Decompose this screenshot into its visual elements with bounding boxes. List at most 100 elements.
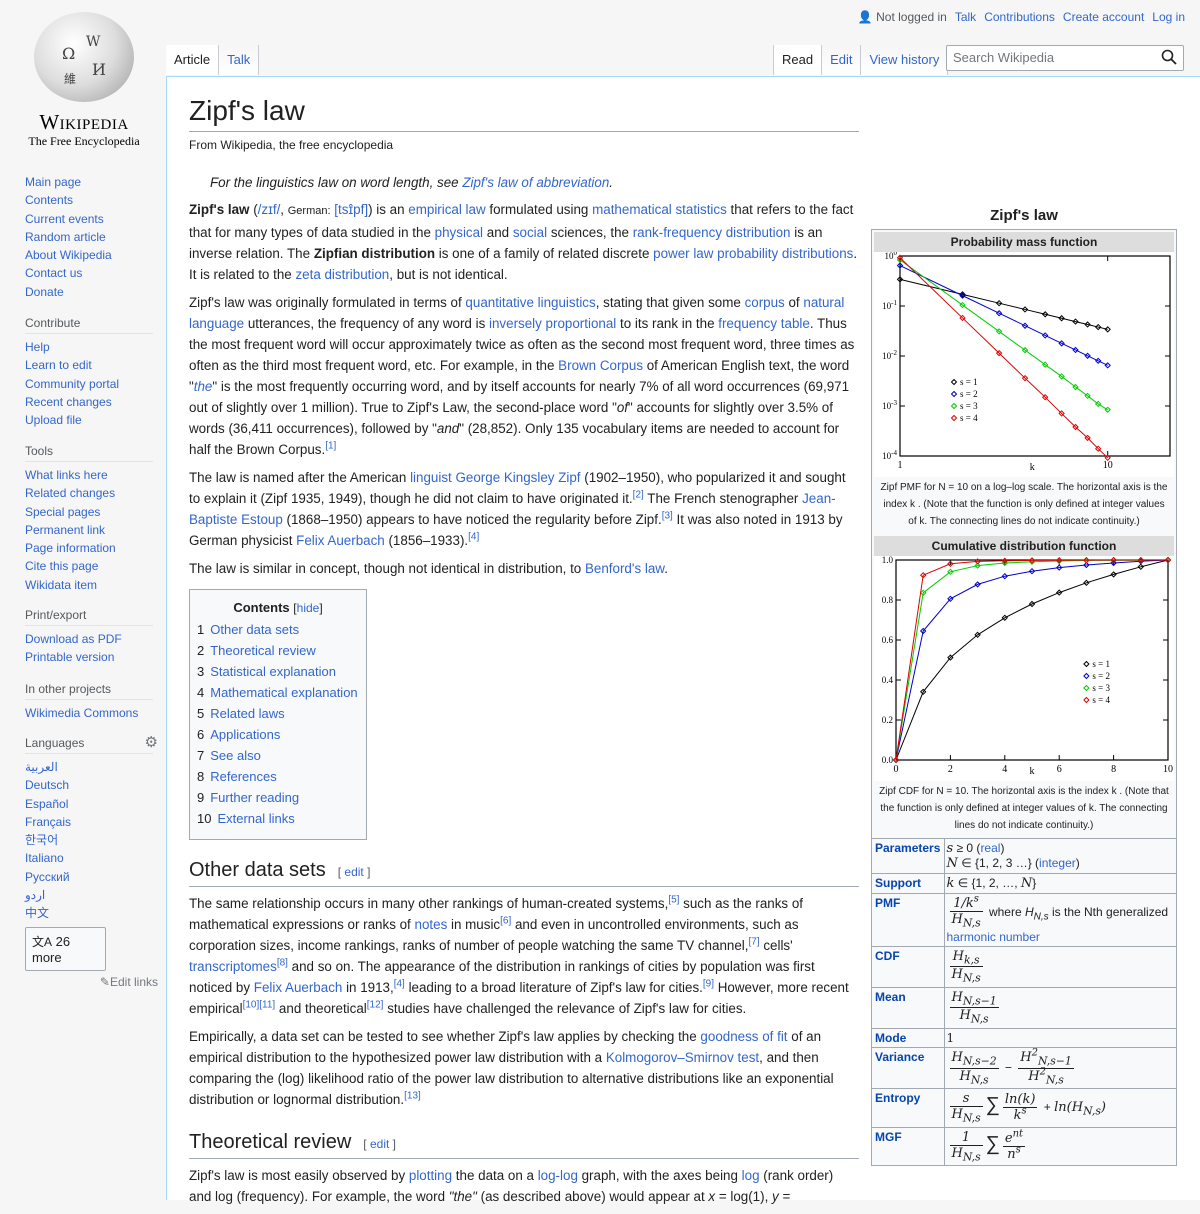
edit-links[interactable]: ✎Edit links	[25, 975, 158, 989]
link[interactable]: frequency table	[718, 316, 810, 331]
sidebar-nav-item[interactable]: Contents	[25, 191, 153, 209]
ipa-link[interactable]: /zɪf/	[258, 202, 281, 217]
tab-edit[interactable]: Edit	[822, 45, 862, 75]
link[interactable]: social	[513, 225, 547, 240]
link[interactable]: George Kingsley Zipf	[455, 470, 580, 485]
link[interactable]: plotting	[409, 1168, 452, 1183]
sidebar-print-item[interactable]: Download as PDF	[25, 630, 153, 648]
cdf-chart-container[interactable]: 0 2 4 6 8 10 0.0 0.2 0.4 0.6 0.8 1.0 k s = 1 s = 2 s = …	[874, 555, 1174, 781]
citation[interactable]: [7]	[748, 937, 759, 948]
edit-section-link[interactable]: edit	[344, 865, 363, 879]
toc-link[interactable]: References	[210, 769, 276, 784]
sidebar-tools-item[interactable]: Wikidata item	[25, 576, 153, 594]
ipa-german-link[interactable]: [tsɪ̂pf]	[334, 202, 368, 217]
citation[interactable]: [12]	[367, 1000, 384, 1011]
sidebar-projects-item[interactable]: Wikimedia Commons	[25, 704, 153, 722]
citation[interactable]: [10]	[243, 1000, 260, 1011]
link[interactable]: zeta distribution	[295, 267, 389, 282]
sidebar-nav-item[interactable]: About Wikipedia	[25, 246, 153, 264]
toc-item[interactable]: 2 Theoretical review	[197, 640, 359, 661]
log-in-link[interactable]: Log in	[1152, 10, 1185, 24]
sidebar-contribute-item[interactable]: Community portal	[25, 375, 153, 393]
toc-item[interactable]: 8 References	[197, 766, 359, 787]
sidebar-language-item[interactable]: Русский	[25, 868, 153, 886]
sidebar-language-item[interactable]: Français	[25, 813, 153, 831]
toc-hide-link[interactable]: hide	[297, 601, 320, 615]
link[interactable]: mathematical statistics	[592, 202, 727, 217]
link[interactable]: Jean-Baptiste Estoup	[189, 491, 836, 527]
link[interactable]: physical	[435, 225, 483, 240]
sidebar-language-item[interactable]: العربية	[25, 758, 153, 776]
sidebar-contribute-item[interactable]: Help	[25, 338, 153, 356]
toc-link[interactable]: External links	[217, 811, 294, 826]
link[interactable]: Felix Auerbach	[296, 533, 385, 548]
citation[interactable]: [11]	[259, 1000, 275, 1011]
citation[interactable]: [6]	[500, 916, 511, 927]
link[interactable]: transcriptomes	[189, 959, 277, 974]
tab-read[interactable]: Read	[773, 45, 823, 75]
sidebar-language-item[interactable]: 中文	[25, 904, 153, 922]
toc-item[interactable]: 4 Mathematical explanation	[197, 682, 359, 703]
sidebar-tools-item[interactable]: Special pages	[25, 503, 153, 521]
create-account-link[interactable]: Create account	[1063, 10, 1144, 24]
link[interactable]: goodness of fit	[700, 1029, 787, 1044]
toc-item[interactable]: 9 Further reading	[197, 787, 359, 808]
sidebar-language-item[interactable]: Deutsch	[25, 776, 153, 794]
toc-link[interactable]: Mathematical explanation	[210, 685, 357, 700]
link[interactable]: quantitative linguistics	[465, 295, 595, 310]
harmonic-number-link[interactable]: harmonic number	[947, 930, 1040, 944]
sidebar-nav-item[interactable]: Contact us	[25, 264, 153, 282]
toc-item[interactable]: 1 Other data sets	[197, 619, 359, 640]
toc-link[interactable]: See also	[210, 748, 261, 763]
toc-link[interactable]: Theoretical review	[210, 643, 316, 658]
search-input[interactable]: Search Wikipedia	[946, 45, 1184, 71]
wikipedia-logo[interactable]: Ω W И 維 Wikipedia The Free Encyclopedia	[22, 12, 146, 148]
link[interactable]: empirical law	[408, 202, 485, 217]
toc-link[interactable]: Other data sets	[210, 622, 299, 637]
citation[interactable]: [5]	[668, 895, 679, 906]
link[interactable]: Felix Auerbach	[254, 980, 343, 995]
more-languages-button[interactable]: 文A 26 more	[25, 926, 106, 971]
sidebar-nav-item[interactable]: Current events	[25, 210, 153, 228]
link[interactable]: Brown Corpus	[558, 358, 643, 373]
toc-link[interactable]: Applications	[210, 727, 280, 742]
toc-item[interactable]: 10 External links	[197, 808, 359, 829]
hatnote-link[interactable]: Zipf's law of abbreviation	[462, 175, 609, 190]
tab-article[interactable]: Article	[166, 45, 220, 75]
sidebar-print-item[interactable]: Printable version	[25, 648, 153, 666]
sidebar-language-item[interactable]: Italiano	[25, 849, 153, 867]
link[interactable]: notes	[415, 917, 448, 932]
sidebar-language-item[interactable]: 한국어	[25, 831, 153, 849]
edit-section-link[interactable]: edit	[370, 1137, 389, 1151]
citation[interactable]: [8]	[277, 958, 288, 969]
sidebar-nav-item[interactable]: Random article	[25, 228, 153, 246]
tab-view-history[interactable]: View history	[861, 45, 949, 75]
link[interactable]: the	[194, 379, 213, 394]
toc-item[interactable]: 6 Applications	[197, 724, 359, 745]
integer-link[interactable]: integer	[1039, 856, 1076, 870]
sidebar-contribute-item[interactable]: Recent changes	[25, 393, 153, 411]
link[interactable]: log	[742, 1168, 760, 1183]
toc-item[interactable]: 5 Related laws	[197, 703, 359, 724]
contributions-link[interactable]: Contributions	[984, 10, 1055, 24]
link[interactable]: log-log	[538, 1168, 578, 1183]
gear-icon[interactable]: ⚙	[145, 733, 158, 751]
sidebar-tools-item[interactable]: Related changes	[25, 484, 153, 502]
citation[interactable]: [13]	[404, 1091, 421, 1102]
sidebar-nav-item[interactable]: Donate	[25, 283, 153, 301]
sidebar-tools-item[interactable]: Page information	[25, 539, 153, 557]
real-link[interactable]: real	[980, 841, 1000, 855]
link[interactable]: corpus	[745, 295, 785, 310]
search-icon[interactable]	[1161, 49, 1177, 65]
link[interactable]: power law probability distributions	[653, 246, 853, 261]
link[interactable]: linguist	[410, 470, 452, 485]
talk-link[interactable]: Talk	[955, 10, 976, 24]
toc-link[interactable]: Further reading	[210, 790, 299, 805]
citation[interactable]: [4]	[394, 979, 405, 990]
link[interactable]: Benford's law	[585, 561, 664, 576]
sidebar-contribute-item[interactable]: Upload file	[25, 411, 153, 429]
link[interactable]: rank-frequency distribution	[633, 225, 791, 240]
sidebar-language-item[interactable]: اردو	[25, 886, 153, 904]
tab-talk[interactable]: Talk	[219, 45, 260, 75]
sidebar-language-item[interactable]: Español	[25, 795, 153, 813]
